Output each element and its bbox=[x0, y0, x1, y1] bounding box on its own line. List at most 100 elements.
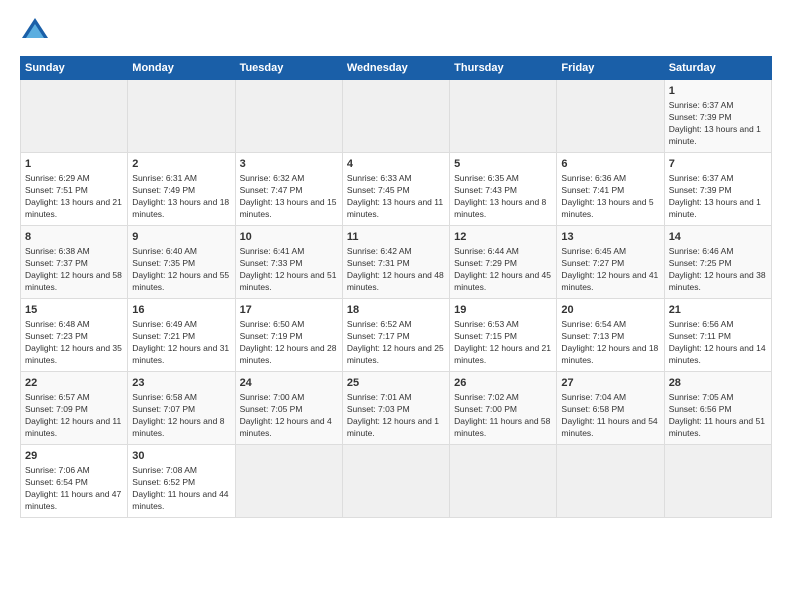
calendar-cell: 21Sunrise: 6:56 AMSunset: 7:11 PMDayligh… bbox=[664, 298, 771, 371]
daylight: Daylight: 12 hours and 14 minutes. bbox=[669, 343, 766, 365]
sunrise: Sunrise: 6:56 AM bbox=[669, 319, 734, 329]
col-header-thursday: Thursday bbox=[450, 57, 557, 80]
sunset: Sunset: 7:39 PM bbox=[669, 112, 732, 122]
calendar-cell: 2Sunrise: 6:31 AMSunset: 7:49 PMDaylight… bbox=[128, 152, 235, 225]
sunset: Sunset: 7:07 PM bbox=[132, 404, 195, 414]
calendar-cell: 7Sunrise: 6:37 AMSunset: 7:39 PMDaylight… bbox=[664, 152, 771, 225]
calendar-cell bbox=[235, 80, 342, 153]
sunset: Sunset: 7:41 PM bbox=[561, 185, 624, 195]
day-number: 12 bbox=[454, 230, 552, 245]
calendar-cell: 23Sunrise: 6:58 AMSunset: 7:07 PMDayligh… bbox=[128, 371, 235, 444]
daylight: Daylight: 12 hours and 31 minutes. bbox=[132, 343, 229, 365]
calendar-cell: 14Sunrise: 6:46 AMSunset: 7:25 PMDayligh… bbox=[664, 225, 771, 298]
sunrise: Sunrise: 6:46 AM bbox=[669, 246, 734, 256]
sunrise: Sunrise: 7:01 AM bbox=[347, 392, 412, 402]
daylight: Daylight: 12 hours and 35 minutes. bbox=[25, 343, 122, 365]
week-row-0: 1Sunrise: 6:37 AMSunset: 7:39 PMDaylight… bbox=[21, 80, 772, 153]
col-header-tuesday: Tuesday bbox=[235, 57, 342, 80]
sunrise: Sunrise: 6:37 AM bbox=[669, 173, 734, 183]
week-row-4: 22Sunrise: 6:57 AMSunset: 7:09 PMDayligh… bbox=[21, 371, 772, 444]
day-number: 6 bbox=[561, 157, 659, 172]
sunset: Sunset: 6:54 PM bbox=[25, 477, 88, 487]
sunset: Sunset: 7:05 PM bbox=[240, 404, 303, 414]
day-number: 30 bbox=[132, 449, 230, 464]
sunset: Sunset: 7:17 PM bbox=[347, 331, 410, 341]
calendar-cell: 3Sunrise: 6:32 AMSunset: 7:47 PMDaylight… bbox=[235, 152, 342, 225]
daylight: Daylight: 13 hours and 8 minutes. bbox=[454, 197, 546, 219]
sunrise: Sunrise: 6:35 AM bbox=[454, 173, 519, 183]
sunset: Sunset: 7:29 PM bbox=[454, 258, 517, 268]
sunset: Sunset: 7:45 PM bbox=[347, 185, 410, 195]
header-row: SundayMondayTuesdayWednesdayThursdayFrid… bbox=[21, 57, 772, 80]
daylight: Daylight: 12 hours and 28 minutes. bbox=[240, 343, 337, 365]
calendar-cell: 15Sunrise: 6:48 AMSunset: 7:23 PMDayligh… bbox=[21, 298, 128, 371]
calendar-cell: 25Sunrise: 7:01 AMSunset: 7:03 PMDayligh… bbox=[342, 371, 449, 444]
logo-icon bbox=[20, 16, 50, 46]
sunset: Sunset: 7:31 PM bbox=[347, 258, 410, 268]
day-number: 4 bbox=[347, 157, 445, 172]
day-number: 17 bbox=[240, 303, 338, 318]
sunrise: Sunrise: 7:08 AM bbox=[132, 465, 197, 475]
sunrise: Sunrise: 7:05 AM bbox=[669, 392, 734, 402]
sunrise: Sunrise: 6:44 AM bbox=[454, 246, 519, 256]
day-number: 19 bbox=[454, 303, 552, 318]
calendar-cell: 26Sunrise: 7:02 AMSunset: 7:00 PMDayligh… bbox=[450, 371, 557, 444]
week-row-2: 8Sunrise: 6:38 AMSunset: 7:37 PMDaylight… bbox=[21, 225, 772, 298]
calendar-cell: 22Sunrise: 6:57 AMSunset: 7:09 PMDayligh… bbox=[21, 371, 128, 444]
daylight: Daylight: 12 hours and 55 minutes. bbox=[132, 270, 229, 292]
calendar-cell: 8Sunrise: 6:38 AMSunset: 7:37 PMDaylight… bbox=[21, 225, 128, 298]
sunset: Sunset: 7:23 PM bbox=[25, 331, 88, 341]
calendar-cell: 19Sunrise: 6:53 AMSunset: 7:15 PMDayligh… bbox=[450, 298, 557, 371]
calendar-cell bbox=[342, 80, 449, 153]
day-number: 8 bbox=[25, 230, 123, 245]
col-header-friday: Friday bbox=[557, 57, 664, 80]
day-number: 13 bbox=[561, 230, 659, 245]
calendar-cell bbox=[128, 80, 235, 153]
sunrise: Sunrise: 6:57 AM bbox=[25, 392, 90, 402]
daylight: Daylight: 12 hours and 1 minute. bbox=[347, 416, 439, 438]
calendar-cell bbox=[450, 80, 557, 153]
daylight: Daylight: 12 hours and 25 minutes. bbox=[347, 343, 444, 365]
day-number: 25 bbox=[347, 376, 445, 391]
day-number: 29 bbox=[25, 449, 123, 464]
day-number: 11 bbox=[347, 230, 445, 245]
week-row-1: 1Sunrise: 6:29 AMSunset: 7:51 PMDaylight… bbox=[21, 152, 772, 225]
day-number: 14 bbox=[669, 230, 767, 245]
calendar-cell bbox=[664, 444, 771, 517]
daylight: Daylight: 12 hours and 51 minutes. bbox=[240, 270, 337, 292]
day-number: 1 bbox=[25, 157, 123, 172]
sunset: Sunset: 6:56 PM bbox=[669, 404, 732, 414]
sunset: Sunset: 7:47 PM bbox=[240, 185, 303, 195]
sunrise: Sunrise: 6:40 AM bbox=[132, 246, 197, 256]
day-number: 7 bbox=[669, 157, 767, 172]
calendar-cell: 1Sunrise: 6:29 AMSunset: 7:51 PMDaylight… bbox=[21, 152, 128, 225]
sunrise: Sunrise: 6:45 AM bbox=[561, 246, 626, 256]
sunset: Sunset: 7:49 PM bbox=[132, 185, 195, 195]
sunrise: Sunrise: 6:41 AM bbox=[240, 246, 305, 256]
daylight: Daylight: 11 hours and 51 minutes. bbox=[669, 416, 765, 438]
calendar-cell: 29Sunrise: 7:06 AM Sunset: 6:54 PM Dayligh… bbox=[21, 444, 128, 517]
day-number: 24 bbox=[240, 376, 338, 391]
sunset: Sunset: 7:43 PM bbox=[454, 185, 517, 195]
sunrise: Sunrise: 6:58 AM bbox=[132, 392, 197, 402]
day-number: 5 bbox=[454, 157, 552, 172]
daylight: Daylight: 11 hours and 47 minutes. bbox=[25, 489, 121, 511]
day-number: 22 bbox=[25, 376, 123, 391]
calendar-cell: 10Sunrise: 6:41 AMSunset: 7:33 PMDayligh… bbox=[235, 225, 342, 298]
sunset: Sunset: 7:25 PM bbox=[669, 258, 732, 268]
daylight: Daylight: 11 hours and 54 minutes. bbox=[561, 416, 657, 438]
calendar-table: SundayMondayTuesdayWednesdayThursdayFrid… bbox=[20, 56, 772, 518]
sunrise: Sunrise: 6:52 AM bbox=[347, 319, 412, 329]
day-number: 18 bbox=[347, 303, 445, 318]
sunset: Sunset: 7:11 PM bbox=[669, 331, 731, 341]
calendar-cell: 5Sunrise: 6:35 AM Sunset: 7:43 PM Daylight… bbox=[450, 152, 557, 225]
sunset: Sunset: 6:52 PM bbox=[132, 477, 195, 487]
sunrise: Sunrise: 7:06 AM bbox=[25, 465, 90, 475]
daylight: Daylight: 12 hours and 41 minutes. bbox=[561, 270, 658, 292]
daylight: Daylight: 13 hours and 11 minutes. bbox=[347, 197, 443, 219]
week-row-3: 15Sunrise: 6:48 AMSunset: 7:23 PMDayligh… bbox=[21, 298, 772, 371]
calendar-cell bbox=[342, 444, 449, 517]
col-header-monday: Monday bbox=[128, 57, 235, 80]
daylight: Daylight: 12 hours and 8 minutes. bbox=[132, 416, 224, 438]
sunrise: Sunrise: 6:29 AM bbox=[25, 173, 90, 183]
